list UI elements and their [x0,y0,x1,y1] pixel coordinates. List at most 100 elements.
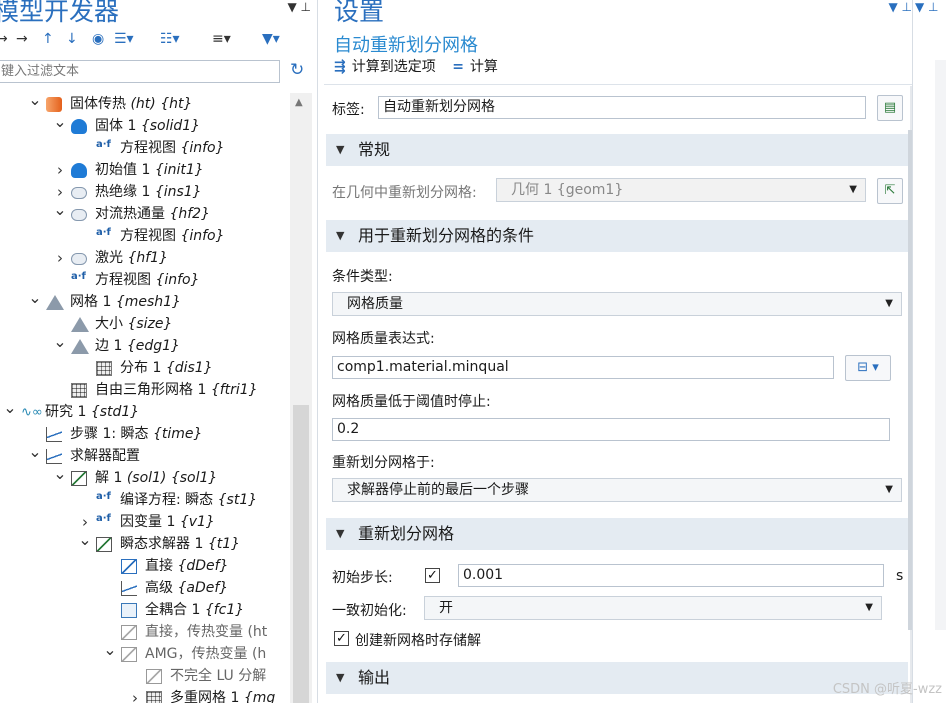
collapse-arrow-icon[interactable]: ⌄ [78,532,92,548]
stop-below-threshold-input[interactable]: 0.2 [332,418,890,441]
tree-item[interactable]: ⌄ AMG，传热变量 (h [0,642,290,665]
settings-panel-controls[interactable]: ▼ ⊥ [889,0,913,14]
tree-item[interactable]: ⌄ 对流热通量 {hf2} [0,202,290,225]
tree-item[interactable]: › 多重网格 1 {mg [0,687,290,703]
tree-item[interactable]: › 热绝缘 1 {ins1} [0,181,290,203]
tree-item[interactable]: 直接 {dDef} [0,555,290,577]
go-to-geometry-button[interactable]: ⇱ [877,178,903,204]
compute-to-selected-button[interactable]: 计算到选定项 [352,59,436,75]
tree-item-label: 求解器配置 [70,448,140,464]
tree-item[interactable]: ⌄ 网格 1 {mesh1} [0,290,290,313]
tree-item-label: 大小 [95,316,123,332]
consistent-initialization-select[interactable]: 开 ▼ [424,596,882,620]
pin-icon[interactable]: ⊥ [902,0,912,14]
layout-icon[interactable]: ≡▾ [212,28,231,50]
tree-item-tag: {aDef} [177,580,229,596]
move-down-icon[interactable]: ↓ [66,28,78,50]
expand-arrow-icon[interactable]: › [53,247,67,269]
collapse-all-icon[interactable]: ☷▾ [160,28,180,50]
collapse-arrow-icon[interactable]: ⌄ [28,290,42,306]
filter-icon[interactable]: ▼▾ [262,28,280,50]
tree-item-text: AMG，传热变量 (h [145,643,266,665]
tree-item-text: 固体传热 (ht) {ht} [70,93,192,115]
equation-view-icon: a·f [71,271,86,282]
tree-item[interactable]: 自由三角形网格 1 {ftri1} [0,379,290,401]
multigrid-icon [146,691,162,703]
tree-item-tag: {hf2} [169,206,210,222]
collapse-arrow-icon[interactable]: ⌄ [28,92,42,108]
collapse-arrow-icon[interactable]: ⌄ [53,202,67,218]
section-general[interactable]: ▼ 常规 [326,134,908,166]
store-solution-checkbox[interactable]: ✓ [334,631,349,646]
tree-item[interactable]: a·f 方程视图 {info} [0,225,290,247]
tree-item[interactable]: a·f 方程视图 {info} [0,269,290,291]
tree-item-label: 方程视图 [120,228,176,244]
expand-arrow-icon[interactable]: › [53,159,67,181]
insert-expression-button[interactable]: ⊟ ▾ [845,355,891,381]
strip-controls[interactable]: ▼ ⊥ [915,0,939,14]
tree-item-tag: {ftri1} [210,382,258,398]
compute-button[interactable]: 计算 [470,59,498,75]
tree-item[interactable]: ⌄ 解 1 (sol1) {sol1} [0,466,290,489]
section-remesh[interactable]: ▼ 重新划分网格 [326,518,908,550]
show-icon[interactable]: ◉ [92,28,104,50]
section-conditions[interactable]: ▼ 用于重新划分网格的条件 [326,220,908,252]
stop-below-threshold-caption: 网格质量低于阈值时停止: [332,394,491,410]
tree-item[interactable]: 大小 {size} [0,313,290,335]
tree-item[interactable]: ⌄ 求解器配置 [0,444,290,467]
initial-step-input[interactable]: 0.001 [458,564,884,587]
expand-arrow-icon[interactable]: › [128,687,142,703]
remesh-at-select[interactable]: 求解器停止前的最后一个步骤 ▼ [332,478,902,502]
dropdown-caret-icon: ▼ [849,184,857,195]
tree-scrollbar[interactable]: ▲ [290,93,312,703]
collapse-arrow-icon[interactable]: ⌄ [3,400,17,416]
arrow-left-icon[interactable]: → [0,28,8,50]
tree-item-tag: {size} [127,316,173,332]
tree-item[interactable]: 全耦合 1 {fc1} [0,599,290,621]
filter-input[interactable]: 键入过滤文本 [0,60,280,83]
tree-item[interactable]: ⌄ ∿∞ 研究 1 {std1} [0,400,290,423]
tree-item[interactable]: ⌄ 固体传热 (ht) {ht} [0,92,290,115]
move-up-icon[interactable]: ↑ [42,28,54,50]
tree-item[interactable]: a·f 编译方程: 瞬态 {st1} [0,489,290,511]
mesh-quality-expression-input[interactable]: comp1.material.minqual [332,356,834,379]
tree-item[interactable]: 高级 {aDef} [0,577,290,599]
compute-icon[interactable]: = [452,59,464,75]
scroll-up-icon[interactable]: ▲ [295,97,303,108]
refresh-icon[interactable]: ↻ [290,60,304,80]
tree-item[interactable]: a·f 方程视图 {info} [0,137,290,159]
tree-item[interactable]: 分布 1 {dis1} [0,357,290,379]
tree-item[interactable]: › a·f 因变量 1 {v1} [0,511,290,533]
tree-item[interactable]: 直接，传热变量 (ht [0,621,290,643]
section-output[interactable]: ▼ 输出 [326,662,908,694]
tree-item[interactable]: 不完全 LU 分解 [0,665,290,687]
label-field[interactable]: 自动重新划分网格 [378,96,866,119]
tree-item[interactable]: 步骤 1: 瞬态 {time} [0,423,290,445]
label-settings-button[interactable]: ▤ [877,95,903,121]
collapse-arrow-icon[interactable]: ⌄ [53,114,67,130]
equation-view-icon: a·f [96,139,111,150]
arrow-right-icon[interactable]: → [16,28,28,50]
collapse-arrow-icon[interactable]: ⌄ [53,334,67,350]
compute-to-selected-icon[interactable]: ⇶ [334,59,346,75]
strip-scrollbar[interactable] [935,60,946,630]
pin-icon[interactable]: ⊥ [301,0,311,14]
scroll-thumb[interactable] [293,405,309,703]
collapse-arrow-icon[interactable]: ⌄ [103,642,117,658]
collapse-arrow-icon[interactable]: ⌄ [28,444,42,460]
remesh-geometry-select[interactable]: 几何 1 {geom1} ▼ [496,178,866,202]
pin-icon[interactable]: ⊥ [928,0,938,14]
collapse-arrow-icon[interactable]: ⌄ [53,466,67,482]
panel-controls[interactable]: ▼ ⊥ [288,0,312,14]
tree-item[interactable]: › 激光 {hf1} [0,247,290,269]
tree-item[interactable]: ⌄ 固体 1 {solid1} [0,114,290,137]
equation-view-icon: a·f [96,227,111,238]
initial-step-checkbox[interactable]: ✓ [425,568,440,583]
tree-item[interactable]: ⌄ 边 1 {edg1} [0,334,290,357]
condition-type-select[interactable]: 网格质量 ▼ [332,292,902,316]
tree-item[interactable]: ⌄ 瞬态求解器 1 {t1} [0,532,290,555]
tree-item[interactable]: › 初始值 1 {init1} [0,159,290,181]
expand-all-icon[interactable]: ☰▾ [114,28,134,50]
remesh-at-caption: 重新划分网格于: [332,455,435,471]
watermark: CSDN @听夏-wzz [832,682,942,697]
